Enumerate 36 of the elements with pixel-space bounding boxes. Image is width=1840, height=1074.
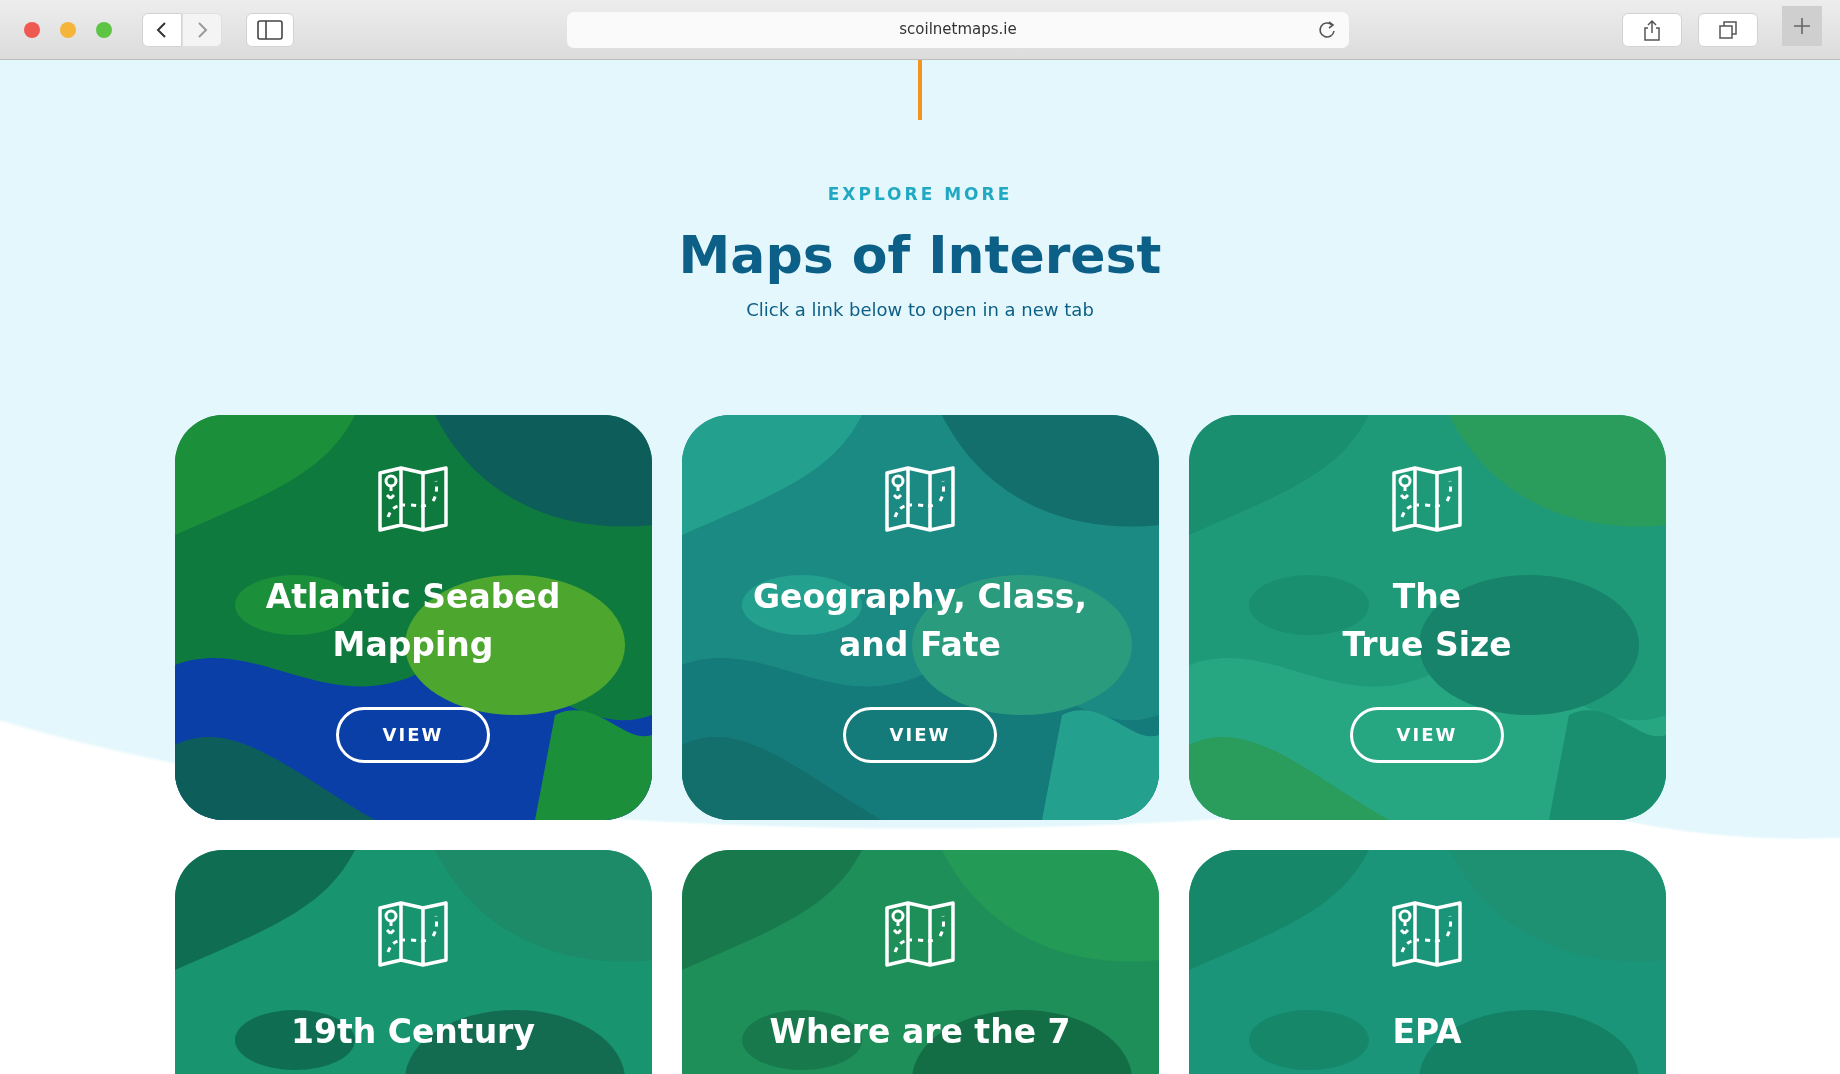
tabs-button[interactable]	[1698, 12, 1758, 47]
share-button[interactable]	[1622, 12, 1682, 47]
view-button[interactable]: VIEW	[843, 706, 997, 763]
section-eyebrow: EXPLORE MORE	[826, 183, 1014, 206]
folded-map-icon	[377, 464, 449, 533]
reload-icon[interactable]	[1317, 19, 1337, 40]
sidebar-icon	[257, 19, 283, 40]
share-icon	[1643, 18, 1661, 41]
card-title: The True Size	[1342, 575, 1512, 666]
folded-map-icon	[1391, 899, 1463, 968]
map-card[interactable]: Where are the 7	[681, 849, 1159, 1074]
view-button[interactable]: VIEW	[336, 706, 490, 763]
folded-map-icon	[884, 899, 956, 968]
new-tab-button[interactable]	[1782, 6, 1822, 46]
url-text: scoilnetmaps.ie	[899, 19, 1017, 41]
back-button[interactable]	[142, 12, 182, 47]
card-title: Atlantic Seabed Mapping	[264, 575, 562, 666]
folded-map-icon	[377, 899, 449, 968]
map-card[interactable]: Geography, Class, and Fate VIEW	[681, 414, 1159, 820]
map-card[interactable]: The True Size VIEW	[1188, 414, 1666, 820]
map-card[interactable]: Atlantic Seabed Mapping VIEW	[174, 414, 652, 820]
card-title: Where are the 7	[769, 1010, 1071, 1053]
folded-map-icon	[884, 464, 956, 533]
section-subtitle: Click a link below to open in a new tab	[745, 297, 1095, 322]
map-card[interactable]: EPA	[1188, 849, 1666, 1074]
sidebar-button[interactable]	[246, 12, 294, 47]
folded-map-icon	[1391, 464, 1463, 533]
tabs-icon	[1718, 19, 1738, 40]
address-bar[interactable]: scoilnetmaps.ie	[567, 11, 1349, 48]
plus-icon	[1792, 16, 1812, 36]
card-title: Geography, Class, and Fate	[752, 575, 1088, 666]
card-title: 19th Century	[291, 1010, 535, 1053]
close-window-icon[interactable]	[24, 21, 40, 38]
map-card[interactable]: 19th Century	[174, 849, 652, 1074]
card-title: EPA	[1392, 1010, 1462, 1053]
section-title: Maps of Interest	[677, 223, 1163, 286]
